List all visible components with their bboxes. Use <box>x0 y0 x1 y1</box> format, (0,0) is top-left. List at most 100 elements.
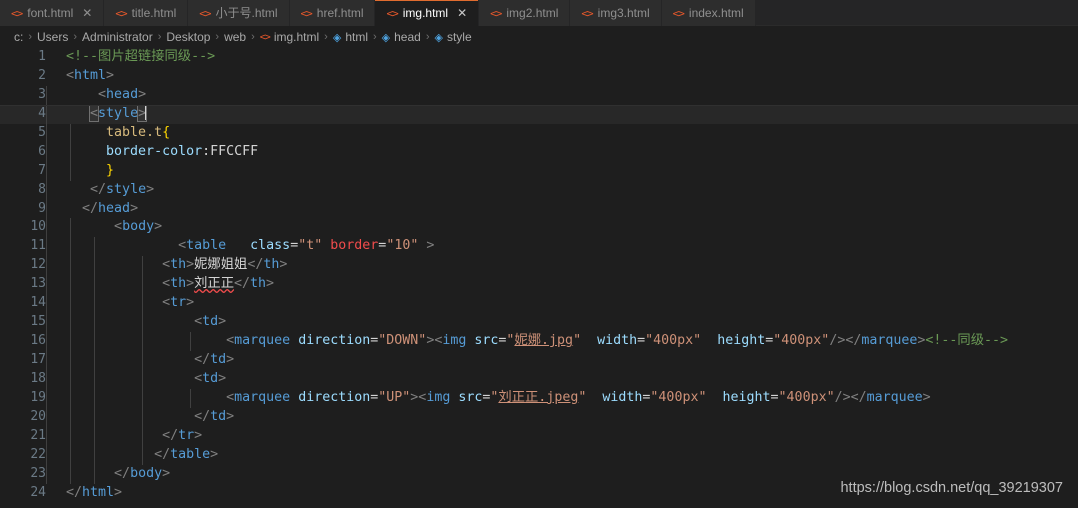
breadcrumb-label: html <box>345 30 368 44</box>
code-line[interactable]: 8 </style> <box>0 180 1078 200</box>
editor-tab-bar: <> font.html ✕ <> title.html <> 小于号.html… <box>0 0 1078 26</box>
symbol-field-icon: ◈ <box>381 31 391 44</box>
html-file-icon: <> <box>490 6 502 20</box>
breadcrumb-item-img-html[interactable]: <> img.html <box>260 30 319 44</box>
html-file-icon: <> <box>672 6 685 20</box>
tab-label: img2.html <box>506 6 559 20</box>
breadcrumb-item-html[interactable]: ◈ html <box>333 30 368 44</box>
breadcrumb-item-users[interactable]: Users <box>37 30 68 44</box>
line-number: 16 <box>30 333 46 349</box>
breadcrumb-separator-icon: › <box>251 31 255 43</box>
line-number: 5 <box>38 124 46 140</box>
html-file-icon: <> <box>386 6 398 20</box>
line-number: 12 <box>30 257 46 273</box>
tab-label: img3.html <box>597 6 650 20</box>
html-file-icon: <> <box>199 6 211 20</box>
code-line[interactable]: 17 </td> <box>0 351 1078 370</box>
code-line[interactable]: 12 <th>妮娜姐姐</th> <box>0 256 1078 276</box>
breadcrumb-item-head[interactable]: ◈ head <box>382 30 421 44</box>
html-file-icon: <> <box>11 6 23 20</box>
tab-href-html[interactable]: <> href.html <box>289 0 376 26</box>
file-path-link[interactable]: 妮娜.jpg <box>514 333 573 348</box>
code-line[interactable]: 1 <!--图片超链接同级--> <box>0 48 1078 67</box>
breadcrumb-separator-icon: › <box>215 31 220 43</box>
line-number: 18 <box>30 370 46 386</box>
line-number: 7 <box>38 162 46 178</box>
tab-title-html[interactable]: <> title.html <box>104 0 189 26</box>
code-line[interactable]: 14 <tr> <box>0 294 1078 314</box>
line-number: 15 <box>30 314 46 330</box>
tab-close-icon[interactable]: ✕ <box>82 7 92 19</box>
code-line[interactable]: 9 </head> <box>0 199 1078 219</box>
line-number: 11 <box>30 238 46 254</box>
file-path-link[interactable]: 刘正正.jpeg <box>498 390 578 405</box>
line-number: 23 <box>30 465 46 481</box>
breadcrumb-label: c: <box>14 30 24 44</box>
breadcrumb-item-c[interactable]: c: <box>14 30 23 44</box>
code-line[interactable]: 5 table.t{ <box>0 123 1078 143</box>
line-number: 9 <box>38 200 46 216</box>
breadcrumb-label: Administrator <box>82 30 153 44</box>
code-line[interactable]: 15 <td> <box>0 313 1078 333</box>
code-line[interactable]: 22 </table> <box>0 445 1078 465</box>
breadcrumb-label: img.html <box>273 30 320 44</box>
code-line[interactable]: 3 <head> <box>0 85 1078 105</box>
code-line[interactable]: 13 <th>刘正正</th> <box>0 275 1078 295</box>
breadcrumb-separator-icon: › <box>372 31 377 43</box>
code-line[interactable]: 18 <td> <box>0 369 1078 389</box>
breadcrumb-item-style[interactable]: ◈ style <box>435 30 472 44</box>
line-number: 8 <box>38 181 46 197</box>
tab-img-html[interactable]: <> img.html ✕ <box>375 0 480 26</box>
tab-label: index.html <box>688 6 744 20</box>
breadcrumb-item-administrator[interactable]: Administrator <box>82 30 153 44</box>
breadcrumb-label: style <box>446 30 472 44</box>
line-number: 6 <box>38 143 46 159</box>
code-line[interactable]: 21 </tr> <box>0 426 1078 446</box>
line-number: 4 <box>38 105 46 121</box>
line-number: 3 <box>38 86 46 102</box>
tab-label: title.html <box>131 6 177 20</box>
breadcrumb-separator-icon: › <box>73 31 78 43</box>
line-number: 13 <box>30 276 46 292</box>
code-line[interactable]: 19 <marquee direction="UP"><img src="刘正正… <box>0 388 1078 408</box>
breadcrumb-label: head <box>394 30 421 44</box>
breadcrumb-label: Users <box>37 30 69 44</box>
code-editor[interactable]: 1 <!--图片超链接同级--> 2 <html> 3 <head> 4 <styl… <box>0 48 1078 508</box>
line-number: 19 <box>30 389 46 405</box>
code-line[interactable]: 20 </td> <box>0 407 1078 427</box>
code-line[interactable]: 6 border-color:FFCCFF <box>0 142 1078 162</box>
tab-index-html[interactable]: <> index.html <box>661 0 756 26</box>
breadcrumb-separator-icon: › <box>425 31 430 43</box>
code-line[interactable]: 7 } <box>0 161 1078 181</box>
html-file-icon: <> <box>300 6 313 20</box>
breadcrumb-label: web <box>224 30 247 44</box>
tab-img3-html[interactable]: <> img3.html <box>570 0 662 26</box>
breadcrumb-separator-icon: › <box>157 31 162 43</box>
tab-img2-html[interactable]: <> img2.html <box>479 0 571 26</box>
tab-label: img.html <box>402 6 449 20</box>
tab-close-icon[interactable]: ✕ <box>457 7 467 19</box>
breadcrumb: c: › Users › Administrator › Desktop › w… <box>0 26 1078 48</box>
breadcrumb-item-desktop[interactable]: Desktop <box>166 30 210 44</box>
tab-font-html[interactable]: <> font.html ✕ <box>0 0 105 26</box>
tab-label: 小于号.html <box>215 6 278 20</box>
code-line-current[interactable]: 4 <style> <box>0 104 1078 124</box>
bracket-match-open: < <box>89 104 100 122</box>
code-line[interactable]: 11 <table class="t" border="10" > <box>0 237 1078 257</box>
breadcrumb-label: Desktop <box>166 30 211 44</box>
breadcrumb-item-web[interactable]: web <box>224 30 246 44</box>
symbol-field-icon: ◈ <box>332 31 342 44</box>
tab-xiaoyuhao-html[interactable]: <> 小于号.html <box>188 0 290 26</box>
html-file-icon: <> <box>259 31 271 43</box>
line-number: 1 <box>38 49 46 64</box>
code-line[interactable]: 10 <body> <box>0 218 1078 238</box>
line-number: 17 <box>30 352 46 367</box>
line-number: 24 <box>30 484 46 500</box>
code-line[interactable]: 2 <html> <box>0 67 1078 86</box>
line-number: 2 <box>38 67 46 83</box>
code-line[interactable]: 16 <marquee direction="DOWN"><img src="妮… <box>0 332 1078 352</box>
html-file-icon: <> <box>115 6 127 20</box>
spelling-error-text: 刘正正 <box>194 276 235 292</box>
html-file-icon: <> <box>581 6 593 20</box>
breadcrumb-separator-icon: › <box>324 31 328 43</box>
